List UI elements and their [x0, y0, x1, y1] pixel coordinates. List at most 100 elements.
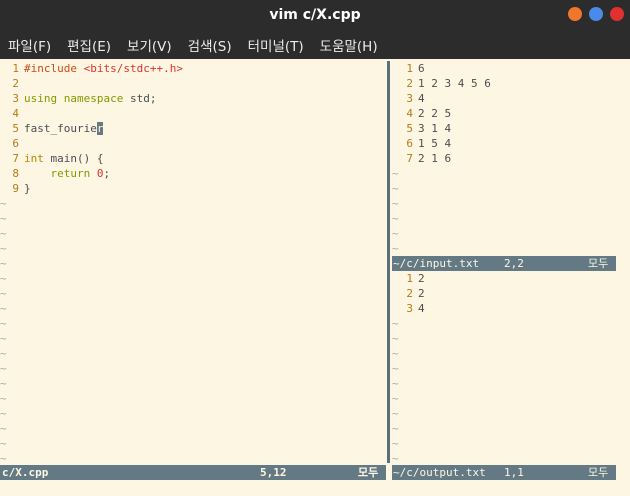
code-line: 6 [0, 136, 386, 151]
vim-editor[interactable]: 1 #include <bits/stdc++.h> 2 3 using nam… [0, 59, 630, 496]
line-number: 3 [406, 92, 413, 105]
code-line: 1 #include <bits/stdc++.h> [0, 61, 386, 76]
empty-line-tilde: ~ [392, 362, 399, 375]
input-file-lines: 1621 2 3 4 5 63442 2 553 1 461 5 472 1 6 [392, 61, 630, 166]
statusline-position: 2,2 [504, 257, 524, 270]
empty-line-tilde: ~ [0, 362, 7, 375]
empty-line-tilde: ~ [0, 212, 7, 225]
empty-line-tilde: ~ [392, 392, 399, 405]
empty-line-tilde: ~ [0, 452, 7, 465]
empty-line-tilde: ~ [392, 197, 399, 210]
line-number: 5 [406, 122, 413, 135]
menu-terminal[interactable]: 터미널(T) [240, 30, 312, 59]
file-line: 2 1 2 3 4 5 6 [392, 76, 630, 91]
line-content: } [24, 182, 31, 195]
line-number: 1 [406, 62, 413, 75]
empty-line-tilde: ~ [392, 332, 399, 345]
empty-line-tilde: ~ [0, 302, 7, 315]
line-content: 2 [418, 287, 425, 300]
empty-line-tilde: ~ [0, 287, 7, 300]
line-number: 1 [12, 62, 19, 75]
empty-line-tilde: ~ [0, 272, 7, 285]
empty-line-tilde: ~ [0, 197, 7, 210]
line-number: 5 [12, 122, 19, 135]
file-line: 22 [392, 286, 630, 301]
statusline-position: 1,1 [504, 466, 524, 479]
left-statusline: c/X.cpp 5,12 모두 [0, 465, 386, 480]
file-line: 12 [392, 271, 630, 286]
file-line: 5 3 1 4 [392, 121, 630, 136]
statusline-scroll: 모두 [588, 257, 609, 270]
input-file-pane[interactable]: 1621 2 3 4 5 63442 2 553 1 461 5 472 1 6… [392, 61, 630, 256]
code-line: 9 } [0, 181, 386, 196]
empty-line-tilde: ~ [0, 257, 7, 270]
code-line: 5 fast_fourier [0, 121, 386, 136]
empty-line-tilde: ~ [0, 392, 7, 405]
empty-line-tilde: ~ [392, 227, 399, 240]
empty-line-tilde: ~ [392, 182, 399, 195]
line-content: #include <bits/stdc++.h> [24, 62, 183, 75]
empty-line-tilde: ~ [0, 437, 7, 450]
menu-file[interactable]: 파일(F) [0, 30, 59, 59]
statusline-scroll: 모두 [358, 466, 379, 479]
line-content: 1 2 3 4 5 6 [418, 77, 491, 90]
file-line: 16 [392, 61, 630, 76]
line-number: 3 [12, 92, 19, 105]
menu-search[interactable]: 검색(S) [180, 30, 240, 59]
line-content: fast_fourier [24, 122, 104, 135]
empty-line-tilde: ~ [392, 377, 399, 390]
vertical-split-bar [387, 61, 390, 463]
line-number: 6 [406, 137, 413, 150]
menu-edit[interactable]: 편집(E) [59, 30, 119, 59]
empty-line-markers: ~~~~~~~~~~ [392, 316, 630, 465]
line-content: int main() { [24, 152, 104, 165]
close-button[interactable] [610, 7, 624, 21]
code-line: 7 int main() { [0, 151, 386, 166]
empty-line-tilde: ~ [0, 332, 7, 345]
file-line: 6 1 5 4 [392, 136, 630, 151]
line-content: using namespace std; [24, 92, 157, 105]
code-line: 3 using namespace std; [0, 91, 386, 106]
line-number: 7 [406, 152, 413, 165]
empty-line-markers: ~ ~ ~ ~ ~ ~ ~ ~ ~ ~ ~ ~ ~ ~ ~ ~ ~ ~ [0, 196, 386, 465]
output-file-lines: 122234 [392, 271, 630, 316]
menu-help[interactable]: 도움말(H) [312, 30, 386, 59]
line-content: 1 5 4 [418, 137, 452, 150]
line-content: 3 1 4 [418, 122, 452, 135]
left-editor-pane[interactable]: 1 #include <bits/stdc++.h> 2 3 using nam… [0, 61, 386, 465]
code-line: 8 return 0; [0, 166, 386, 181]
input-statusline: ~/c/input.txt 2,2 모두 [392, 256, 616, 271]
empty-line-tilde: ~ [0, 347, 7, 360]
line-number: 7 [12, 152, 19, 165]
line-content: 2 [418, 272, 425, 285]
line-content: 2 2 5 [418, 107, 452, 120]
empty-line-tilde: ~ [392, 167, 399, 180]
empty-line-tilde: ~ [0, 422, 7, 435]
line-number: 4 [406, 107, 413, 120]
menu-view[interactable]: 보기(V) [119, 30, 180, 59]
window-title: vim c/X.cpp [269, 7, 361, 23]
output-statusline: ~/c/output.txt 1,1 모두 [392, 465, 616, 480]
line-content: 4 [418, 302, 425, 315]
output-file-pane[interactable]: 122234 ~~~~~~~~~~ [392, 271, 630, 465]
empty-line-tilde: ~ [392, 242, 399, 255]
empty-line-tilde: ~ [392, 347, 399, 360]
statusline-scroll: 모두 [588, 466, 609, 479]
file-line: 4 2 2 5 [392, 106, 630, 121]
line-content: 4 [418, 92, 425, 105]
maximize-button[interactable] [589, 7, 603, 21]
empty-line-tilde: ~ [0, 317, 7, 330]
window-controls [568, 7, 624, 21]
line-number: 8 [12, 167, 19, 180]
line-number: 2 [406, 77, 413, 90]
file-line: 34 [392, 301, 630, 316]
line-content: 6 [418, 62, 425, 75]
statusline-filename: ~/c/input.txt [393, 257, 480, 270]
minimize-button[interactable] [568, 7, 582, 21]
line-number: 9 [12, 182, 19, 195]
line-number: 2 [12, 77, 19, 90]
empty-line-tilde: ~ [0, 227, 7, 240]
line-number: 4 [12, 107, 19, 120]
line-content: 2 1 6 [418, 152, 452, 165]
empty-line-tilde: ~ [392, 437, 399, 450]
